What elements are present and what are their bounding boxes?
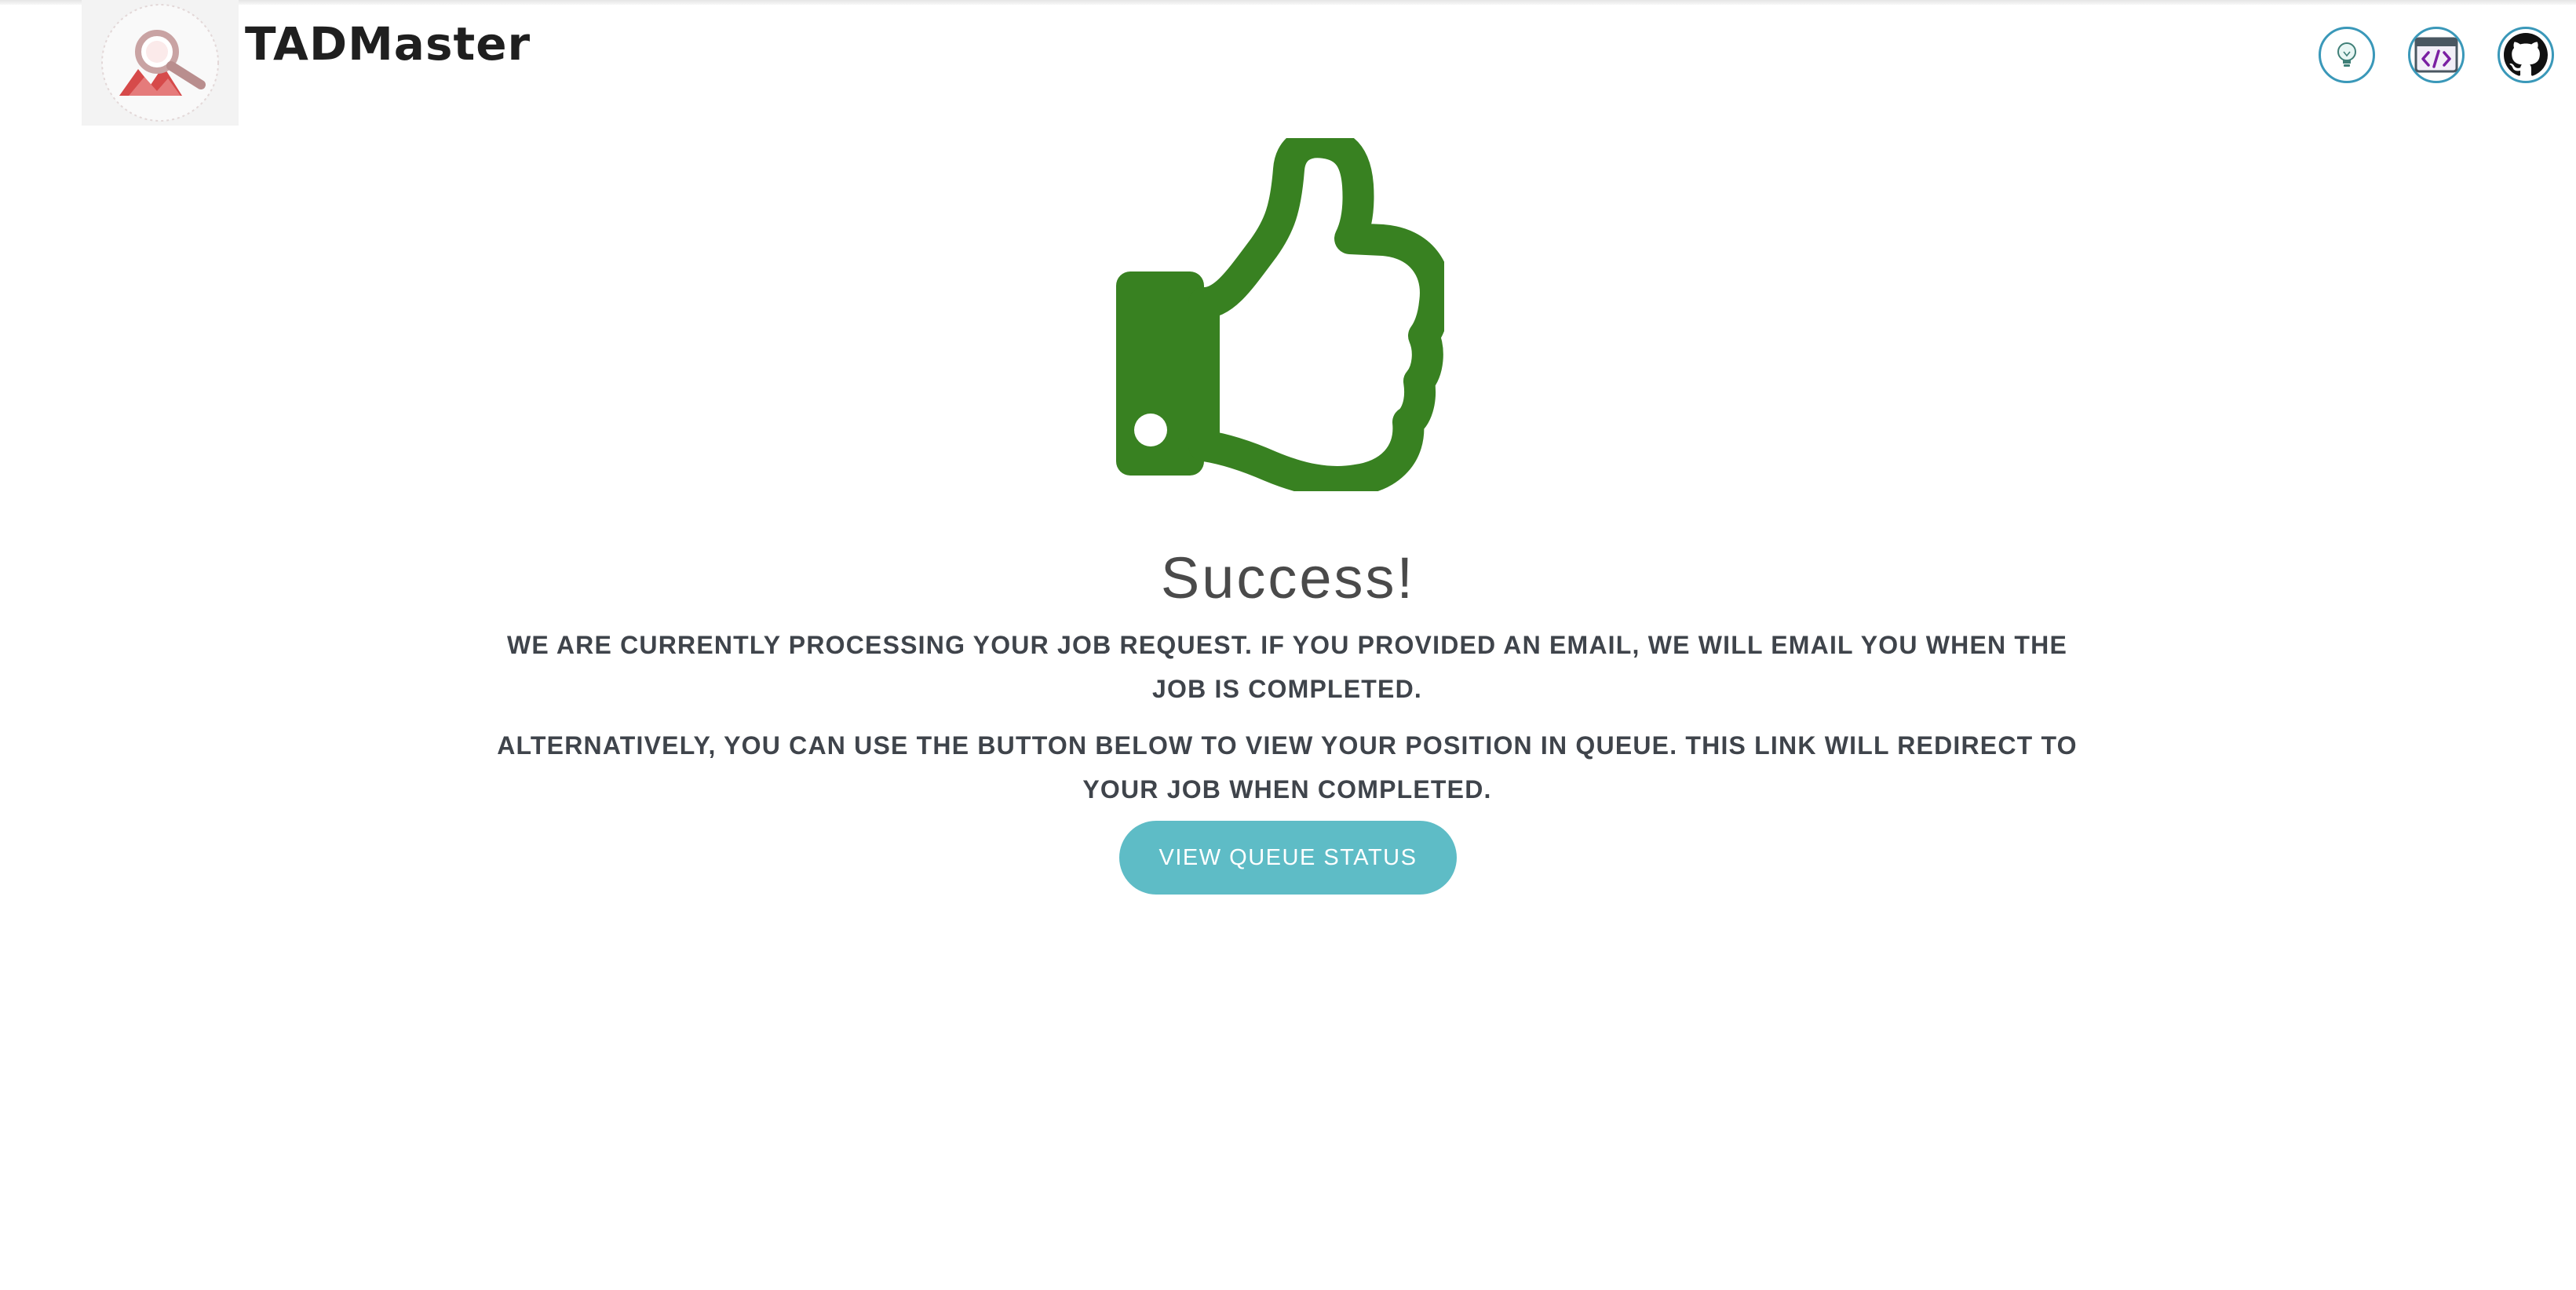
github-icon[interactable] (2498, 27, 2554, 83)
idea-icon[interactable] (2319, 27, 2375, 83)
success-title: Success! (1160, 545, 1416, 610)
code-icon[interactable] (2408, 27, 2465, 83)
view-queue-status-button[interactable]: VIEW QUEUE STATUS (1119, 821, 1457, 895)
processing-message: WE ARE CURRENTLY PROCESSING YOUR JOB REQ… (506, 631, 2068, 703)
queue-info-message: ALTERNATIVELY, YOU CAN USE THE BUTTON BE… (497, 731, 2078, 804)
thumbs-up-icon (1107, 126, 1451, 497)
brand-title[interactable]: TADMaster (245, 17, 531, 71)
tadmaster-logo[interactable] (82, 0, 239, 126)
top-rule (0, 0, 2576, 5)
